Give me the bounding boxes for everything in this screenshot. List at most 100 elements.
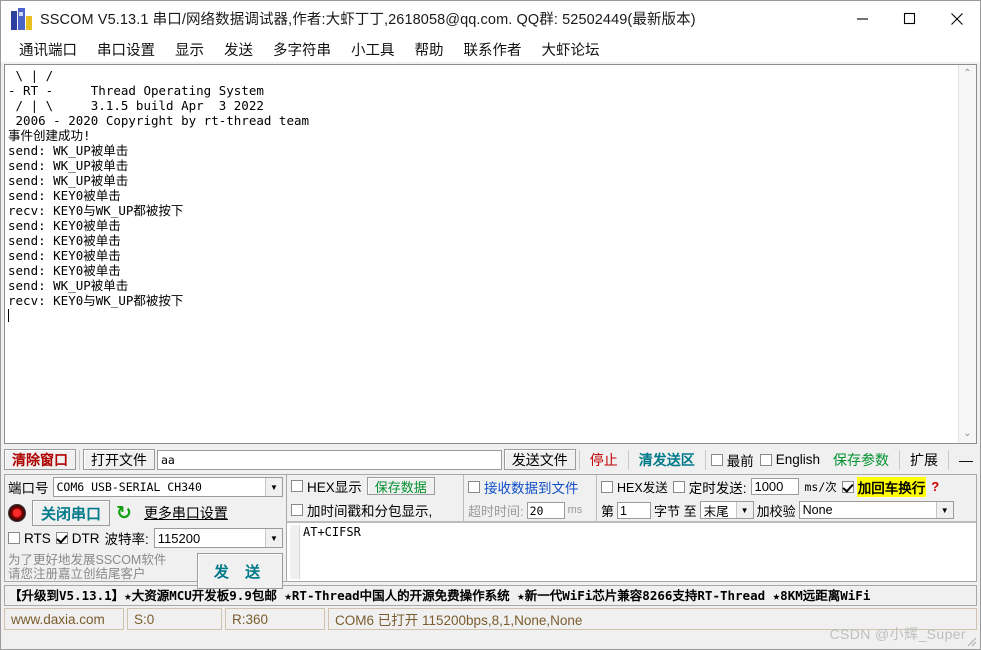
close-port-button[interactable]: 关闭串口: [32, 500, 111, 526]
send-text-area[interactable]: AT+CIFSR: [287, 522, 976, 581]
status-received-count: R:360: [225, 608, 325, 630]
stop-button[interactable]: 停止: [583, 449, 625, 470]
status-website[interactable]: www.daxia.com: [4, 608, 124, 630]
checkbox-box[interactable]: [8, 532, 20, 544]
checkbox-box[interactable]: [468, 480, 480, 493]
divider: [948, 449, 949, 470]
menu-item-forum[interactable]: 大虾论坛: [532, 37, 610, 62]
chevron-down-icon[interactable]: ▼: [265, 478, 282, 496]
collapse-button[interactable]: —: [952, 449, 977, 470]
maximize-button[interactable]: [886, 1, 933, 36]
resize-grip-icon[interactable]: [965, 635, 977, 647]
port-row: 端口号 COM6 USB-SERIAL CH340 ▼: [8, 477, 283, 497]
receive-options-col: HEX显示 保存数据 加时间戳和分包显示,: [287, 475, 463, 521]
checkbox-box[interactable]: [759, 453, 772, 466]
scroll-down-icon[interactable]: ⌄: [963, 425, 971, 443]
divider: [578, 449, 580, 470]
timed-send-checkbox[interactable]: 定时发送:: [672, 477, 747, 497]
rts-checkbox[interactable]: RTS: [8, 531, 51, 546]
clear-window-button[interactable]: 清除窗口: [4, 449, 76, 470]
baud-select[interactable]: 115200 ▼: [153, 528, 283, 548]
port-settings-group: 端口号 COM6 USB-SERIAL CH340 ▼ 关闭串口 ↻ 更多串口设…: [4, 474, 287, 589]
divider: [899, 449, 900, 470]
checkbox-box[interactable]: [841, 480, 854, 493]
baud-label: 波特率:: [104, 532, 149, 547]
english-label: English: [775, 452, 820, 467]
window-controls: [839, 1, 980, 36]
chevron-down-icon[interactable]: ▼: [735, 502, 753, 518]
title-bar: SSCOM V5.13.1 串口/网络数据调试器,作者:大虾丁丁,2618058…: [1, 1, 980, 37]
menu-item-port-config[interactable]: 串口设置: [87, 37, 165, 62]
chevron-down-icon[interactable]: ▼: [265, 529, 282, 547]
checkbox-box[interactable]: [601, 480, 613, 493]
hex-send-checkbox[interactable]: HEX发送: [601, 477, 668, 496]
checkbox-box[interactable]: [55, 532, 68, 544]
expand-button[interactable]: 扩展: [903, 449, 945, 470]
send-area-scrollbar[interactable]: [290, 525, 300, 579]
menu-item-help[interactable]: 帮助: [405, 37, 454, 62]
timeout-input[interactable]: 20: [526, 501, 565, 519]
flow-baud-row: RTS DTR 波特率: 115200 ▼: [8, 528, 283, 548]
save-params-button[interactable]: 保存参数: [826, 449, 896, 470]
scroll-up-icon[interactable]: ⌃: [963, 65, 971, 83]
clear-send-area-button[interactable]: 清发送区: [632, 449, 702, 470]
dtr-label: DTR: [71, 530, 100, 546]
minimize-button[interactable]: [839, 1, 886, 36]
menu-item-display[interactable]: 显示: [165, 37, 214, 62]
recv-to-file-checkbox[interactable]: 接收数据到文件: [468, 477, 592, 497]
receive-area[interactable]: \ | / - RT - Thread Operating System / |…: [4, 64, 977, 444]
help-icon[interactable]: ?: [931, 479, 939, 494]
menu-item-comm-port[interactable]: 通讯端口: [9, 37, 87, 62]
recv-to-file-label: 接收数据到文件: [484, 480, 579, 496]
english-checkbox[interactable]: English: [759, 452, 820, 467]
registration-promo-text: 为了更好地发展SSCOM软件 请您注册嘉立创结尾客户: [8, 553, 167, 581]
send-interval-input[interactable]: 1000: [751, 478, 800, 495]
menu-item-send[interactable]: 发送: [214, 37, 263, 62]
settings-panel: 端口号 COM6 USB-SERIAL CH340 ▼ 关闭串口 ↻ 更多串口设…: [4, 474, 977, 589]
save-data-button[interactable]: 保存数据: [366, 477, 435, 495]
chevron-down-icon[interactable]: ▼: [935, 502, 953, 518]
port-label: 端口号: [8, 481, 49, 496]
checkbox-box[interactable]: [291, 480, 303, 492]
options-row: HEX显示 保存数据 加时间戳和分包显示, 接收数据到文件 超时时间: 20 m…: [287, 475, 976, 522]
menu-item-contact[interactable]: 联系作者: [454, 37, 532, 62]
receive-scrollbar[interactable]: ⌃ ⌄: [958, 65, 976, 443]
scrollbar-track[interactable]: [959, 83, 976, 425]
checksum-label: 加校验: [756, 503, 796, 519]
byte-index-input[interactable]: 1: [617, 501, 652, 519]
dtr-checkbox[interactable]: DTR: [55, 530, 100, 546]
close-button[interactable]: [933, 1, 980, 36]
refresh-ports-icon[interactable]: ↻: [116, 504, 132, 523]
hex-display-label: HEX显示: [307, 480, 362, 495]
window-title: SSCOM V5.13.1 串口/网络数据调试器,作者:大虾丁丁,2618058…: [40, 12, 696, 28]
crlf-checkbox[interactable]: 加回车换行: [841, 476, 927, 497]
checkbox-box[interactable]: [672, 480, 685, 493]
byte-end-select[interactable]: 末尾 ▼: [699, 501, 754, 519]
send-button[interactable]: 发 送: [197, 553, 283, 589]
port-select-value: COM6 USB-SERIAL CH340: [56, 480, 202, 494]
app-logo-icon: [10, 7, 34, 30]
advertisement-bar[interactable]: 【升级到V5.13.1】★大资源MCU开发板9.9包邮 ★RT-Thread中国…: [4, 585, 977, 606]
topmost-checkbox[interactable]: 最前: [710, 450, 754, 470]
file-toolbar: 清除窗口 打开文件 aa 发送文件 停止 清发送区 最前 English 保存参…: [4, 448, 977, 471]
port-select[interactable]: COM6 USB-SERIAL CH340 ▼: [52, 477, 283, 497]
port-action-row: 关闭串口 ↻ 更多串口设置: [8, 500, 283, 526]
timestamp-checkbox[interactable]: 加时间戳和分包显示,: [291, 500, 459, 520]
more-port-settings-link[interactable]: 更多串口设置: [144, 503, 228, 523]
checksum-value: None: [802, 503, 833, 517]
terminal-output[interactable]: \ | / - RT - Thread Operating System / |…: [5, 65, 958, 443]
menu-item-tools[interactable]: 小工具: [341, 37, 405, 62]
hex-display-checkbox[interactable]: HEX显示: [291, 476, 362, 496]
send-file-button[interactable]: 发送文件: [503, 449, 576, 470]
timed-send-label: 定时发送:: [688, 480, 747, 496]
text-caret: [8, 309, 9, 322]
divider: [704, 449, 706, 470]
open-file-button[interactable]: 打开文件: [83, 449, 155, 470]
checkbox-box[interactable]: [291, 504, 303, 516]
menu-item-multistring[interactable]: 多字符串: [263, 37, 341, 62]
checkbox-box[interactable]: [710, 453, 723, 466]
byte-from-label: 第: [601, 503, 615, 519]
checksum-select[interactable]: None ▼: [798, 501, 954, 519]
rts-label: RTS: [24, 530, 51, 546]
file-path-input[interactable]: aa: [157, 449, 502, 470]
